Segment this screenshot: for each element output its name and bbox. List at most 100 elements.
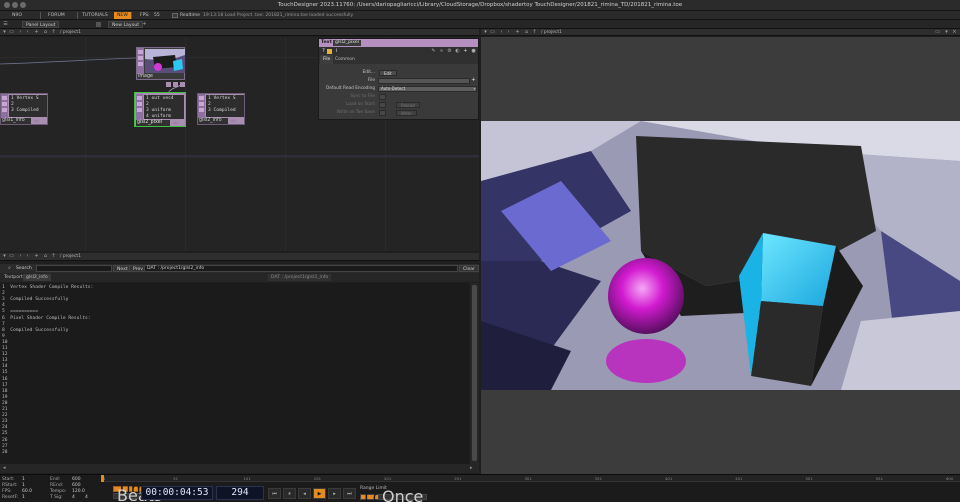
horizontal-scrollbar[interactable]: ◂ ▸	[0, 464, 479, 473]
link-icon[interactable]: ∞	[439, 49, 444, 54]
frame-display[interactable]: 294	[216, 486, 264, 500]
encoding-dropdown[interactable]: Auto-Detect	[378, 86, 477, 92]
output-viewer[interactable]	[481, 37, 960, 474]
python-icon[interactable]: ⚙	[447, 49, 452, 54]
edit-icon[interactable]: ✎	[431, 49, 436, 54]
back-icon[interactable]: ‹	[18, 30, 23, 35]
step-back-icon[interactable]: ◂	[298, 488, 311, 499]
forward-icon[interactable]: ›	[25, 30, 30, 35]
add-icon[interactable]: +	[515, 30, 520, 35]
lock-icon[interactable]	[327, 49, 332, 54]
textport-content[interactable]: 1 Vertex Shader Compile Results: 2 3 Compi…	[0, 283, 470, 464]
fps-value[interactable]: 60.0	[22, 489, 32, 494]
info-icon[interactable]: i	[334, 49, 339, 54]
add-icon[interactable]: +	[34, 30, 39, 35]
tsig-value-a[interactable]: 4	[72, 495, 75, 500]
input-port[interactable]	[199, 102, 204, 106]
menu-icon[interactable]: ☰	[3, 22, 8, 27]
file-browse-icon[interactable]: +	[471, 78, 476, 83]
tab-glsl2-info[interactable]: glsl2_info	[23, 274, 51, 281]
expand-icon[interactable]: ◐	[455, 49, 460, 54]
node-flag-icon[interactable]	[173, 82, 178, 87]
tab-forum[interactable]: FORUM	[45, 12, 68, 19]
pane-split-icon[interactable]: ▭	[9, 30, 14, 35]
input-port[interactable]	[138, 56, 143, 60]
tab-tutorials[interactable]: TUTORIALS	[79, 12, 111, 19]
timecode-display[interactable]: 00:00:04:53	[141, 486, 213, 500]
forward-icon[interactable]: ›	[506, 30, 511, 35]
write-checkbox[interactable]	[379, 110, 386, 116]
start-value[interactable]: 1	[22, 477, 25, 482]
file-field[interactable]	[378, 78, 470, 84]
input-port[interactable]	[138, 50, 143, 54]
vertical-scrollbar[interactable]	[470, 283, 479, 464]
up-icon[interactable]: ↑	[51, 30, 56, 35]
pane-split-icon[interactable]: ▭	[490, 30, 495, 35]
glsl2-pixel-node[interactable]: 1 out vec4 2 3 uniform 4 uniform glsl2_p…	[134, 92, 186, 127]
fast-forward-icon[interactable]: ⏭	[343, 488, 356, 499]
layout-icon[interactable]	[96, 22, 101, 27]
textport-path[interactable]: / project1	[60, 253, 81, 260]
timeline-ruler[interactable]: 1 51 101 151 201 251 301 351 401 451 501 551 600	[101, 475, 960, 482]
up-icon[interactable]: ↑	[51, 254, 56, 259]
tsig-value-b[interactable]: 4	[85, 495, 88, 500]
dat-path-field[interactable]: DAT : /project1/glsl2_info	[144, 265, 458, 272]
reload-button[interactable]: Reload	[396, 102, 420, 108]
node-flag-icon[interactable]	[180, 82, 185, 87]
write-button[interactable]: Write	[396, 110, 417, 116]
new-layout-button[interactable]: New Layout	[108, 21, 144, 28]
pane-menu-icon[interactable]: ▾	[483, 30, 488, 35]
operator-name-field[interactable]: glsl2_pixel	[333, 40, 361, 46]
clear-button[interactable]: Clear	[459, 265, 480, 272]
input-port[interactable]	[199, 108, 204, 112]
sync-checkbox[interactable]	[379, 94, 386, 100]
input-port[interactable]	[199, 96, 204, 100]
up-icon[interactable]: ↑	[532, 30, 537, 35]
playhead[interactable]	[101, 475, 104, 482]
add-icon[interactable]: +	[34, 254, 39, 259]
input-port[interactable]	[137, 96, 142, 100]
scroll-left-icon[interactable]: ◂	[3, 466, 9, 471]
input-port[interactable]	[2, 102, 7, 106]
node-flag-icon[interactable]	[166, 82, 171, 87]
help-icon[interactable]: ?	[321, 49, 326, 54]
scroll-right-icon[interactable]: ▸	[470, 466, 476, 471]
search-input[interactable]	[36, 265, 112, 272]
load-checkbox[interactable]	[379, 102, 386, 108]
resetf-value[interactable]: 1	[22, 495, 25, 500]
realtime-checkbox[interactable]	[172, 13, 178, 18]
glsl2-info-node[interactable]: 1 Vertex S 2 3 Compiled glsl2_info i(t)	[197, 93, 245, 125]
rstart-value[interactable]: 1	[22, 483, 25, 488]
new-badge[interactable]: NEW	[114, 12, 131, 19]
gear-icon[interactable]: ●	[471, 49, 476, 54]
tab-common[interactable]: Common	[332, 55, 358, 64]
step-forward-icon[interactable]: ▸	[328, 488, 341, 499]
tab-n9o[interactable]: N9O	[9, 12, 25, 19]
add-icon[interactable]: +	[463, 49, 468, 54]
end-value[interactable]: 600	[72, 477, 81, 482]
pause-icon[interactable]: ⏸	[283, 488, 296, 499]
rend-value[interactable]: 600	[72, 483, 81, 488]
input-port[interactable]	[137, 108, 142, 112]
home-icon[interactable]: ⌂	[43, 30, 48, 35]
glsl1-info-node[interactable]: 1 Vertex S 2 3 Compiled glsl1_info i(t)	[0, 93, 48, 125]
rewind-icon[interactable]: ⏮	[268, 488, 281, 499]
home-icon[interactable]: ⌂	[43, 254, 48, 259]
network-path[interactable]: / project1	[60, 29, 81, 36]
pane-options-icon[interactable]: ▾	[944, 30, 949, 35]
forward-icon[interactable]: ›	[25, 254, 30, 259]
close-pane-icon[interactable]: ×	[952, 30, 957, 35]
pane-menu-icon[interactable]: ▾	[2, 30, 7, 35]
input-port[interactable]	[2, 108, 7, 112]
tab-textport[interactable]: Textport	[1, 274, 26, 281]
back-icon[interactable]: ‹	[18, 254, 23, 259]
chevron-down-icon[interactable]: ▾	[472, 86, 477, 91]
play-icon[interactable]: ▶	[313, 488, 326, 499]
render-output[interactable]	[481, 121, 960, 390]
input-port[interactable]	[137, 102, 142, 106]
image-node[interactable]: image	[136, 47, 185, 80]
tempo-value[interactable]: 120.0	[72, 489, 85, 494]
once-button[interactable]: Once	[378, 489, 428, 502]
back-icon[interactable]: ‹	[499, 30, 504, 35]
add-layout-icon[interactable]: +	[142, 22, 147, 27]
